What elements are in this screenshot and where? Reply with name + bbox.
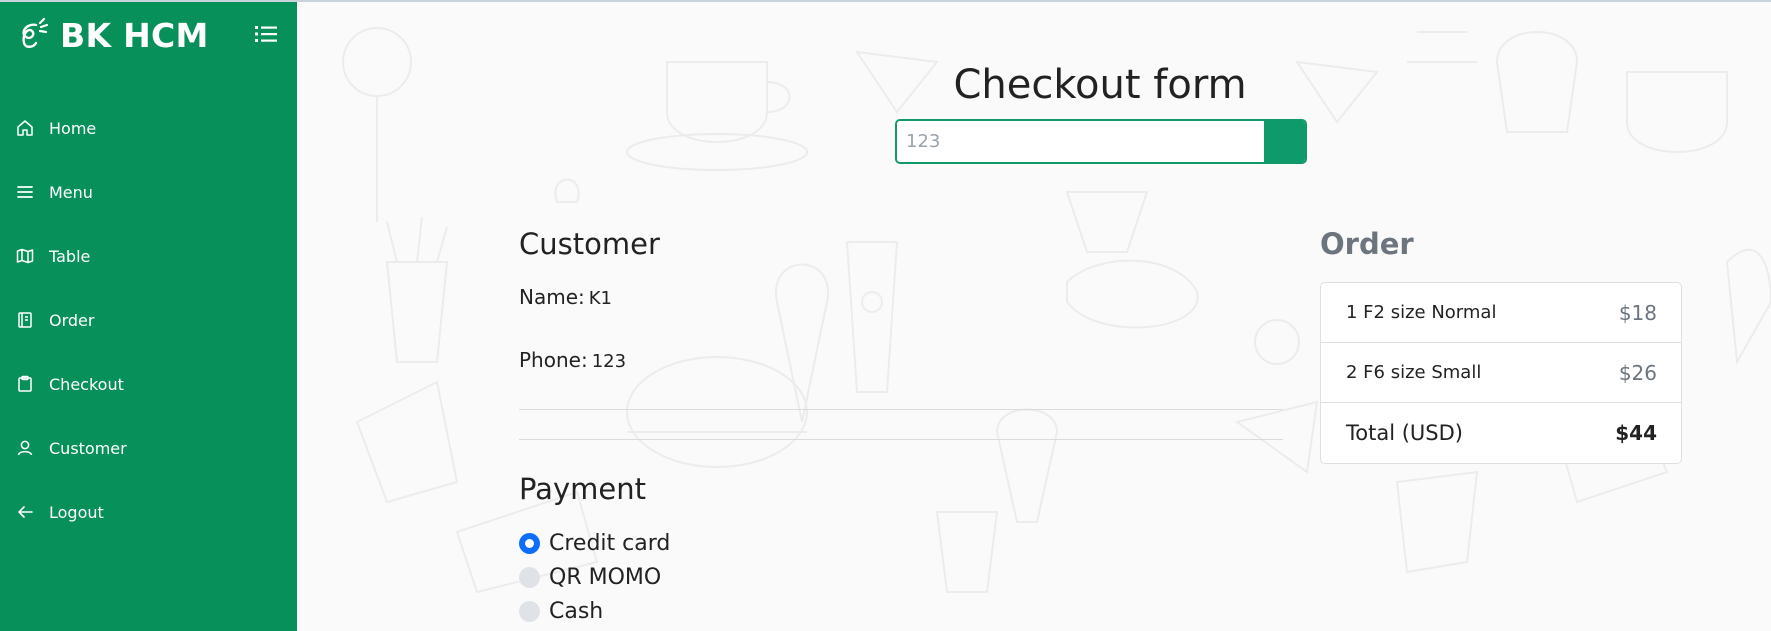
payment-option-credit-card[interactable]: Credit card bbox=[519, 531, 670, 556]
divider bbox=[519, 409, 1283, 410]
main-content: Checkout form Customer Name:K1 Phone:123… bbox=[297, 2, 1771, 631]
sidebar-item-label: Table bbox=[49, 246, 91, 266]
sidebar-item-home[interactable]: Home bbox=[0, 96, 297, 160]
search-input[interactable] bbox=[897, 121, 1262, 162]
sidebar-item-customer[interactable]: Customer bbox=[0, 416, 297, 480]
sidebar-item-label: Order bbox=[49, 310, 95, 330]
sidebar-toggle-icon[interactable] bbox=[254, 24, 278, 44]
map-icon bbox=[16, 248, 34, 264]
brand[interactable]: BK HCM bbox=[16, 14, 209, 56]
order-item: 2 F6 size Small $26 bbox=[1321, 343, 1681, 403]
arrow-left-icon bbox=[18, 506, 33, 518]
sidebar-item-label: Home bbox=[49, 118, 97, 138]
sidebar-item-table[interactable]: Table bbox=[0, 224, 297, 288]
customer-phone-value: 123 bbox=[591, 351, 627, 372]
sidebar-item-label: Customer bbox=[49, 438, 127, 458]
menu-lines-icon bbox=[17, 186, 33, 198]
customer-phone-row: Phone: 123 bbox=[519, 348, 626, 372]
clipboard-icon bbox=[18, 375, 32, 392]
sidebar-item-label: Checkout bbox=[49, 374, 124, 394]
search-bar bbox=[895, 119, 1307, 164]
order-item-price: $26 bbox=[1618, 360, 1657, 385]
customer-name-row: Name: K1 bbox=[519, 285, 612, 309]
sidebar-item-label: Menu bbox=[49, 182, 93, 202]
payment-option-label: Cash bbox=[549, 599, 604, 624]
order-item-price: $18 bbox=[1618, 300, 1657, 325]
sidebar-item-order[interactable]: Order bbox=[0, 288, 297, 352]
sidebar-item-label: Logout bbox=[49, 502, 104, 522]
customer-name-value: K1 bbox=[588, 288, 613, 309]
divider bbox=[519, 439, 1283, 440]
brand-name: BK HCM bbox=[60, 15, 209, 55]
home-icon bbox=[17, 120, 33, 136]
radio-button[interactable] bbox=[519, 601, 540, 622]
payment-option-qr-momo[interactable]: QR MOMO bbox=[519, 565, 661, 590]
order-heading: Order bbox=[1320, 227, 1414, 261]
sidebar: BK HCM Home Menu Table Order Checkout Cu… bbox=[0, 0, 297, 631]
customer-heading: Customer bbox=[519, 227, 660, 261]
sidebar-item-menu[interactable]: Menu bbox=[0, 160, 297, 224]
book-icon bbox=[18, 312, 32, 328]
payment-option-label: Credit card bbox=[549, 531, 671, 556]
top-border bbox=[0, 0, 1771, 2]
customer-phone-label: Phone: bbox=[519, 348, 588, 372]
radio-button[interactable] bbox=[519, 567, 540, 588]
customer-name-label: Name: bbox=[519, 285, 585, 309]
search-button[interactable] bbox=[1262, 121, 1305, 162]
user-icon bbox=[17, 440, 33, 456]
order-total-label: Total (USD) bbox=[1346, 421, 1463, 445]
radio-button-selected[interactable] bbox=[519, 533, 540, 554]
payment-option-label: QR MOMO bbox=[549, 565, 662, 590]
sidebar-item-logout[interactable]: Logout bbox=[0, 480, 297, 544]
page-title: Checkout form bbox=[953, 62, 1247, 108]
order-item-name: 2 F6 size Small bbox=[1346, 362, 1482, 383]
brand-logo-icon bbox=[22, 17, 49, 48]
order-total-value: $44 bbox=[1615, 421, 1657, 445]
order-item: 1 F2 size Normal $18 bbox=[1321, 283, 1681, 343]
sidebar-item-checkout[interactable]: Checkout bbox=[0, 352, 297, 416]
sidebar-nav: Home Menu Table Order Checkout Customer … bbox=[0, 96, 297, 544]
order-total-row: Total (USD) $44 bbox=[1321, 403, 1681, 463]
payment-heading: Payment bbox=[519, 472, 646, 506]
payment-option-cash[interactable]: Cash bbox=[519, 599, 603, 624]
order-item-name: 1 F2 size Normal bbox=[1346, 302, 1497, 323]
order-summary: 1 F2 size Normal $18 2 F6 size Small $26… bbox=[1320, 282, 1682, 464]
